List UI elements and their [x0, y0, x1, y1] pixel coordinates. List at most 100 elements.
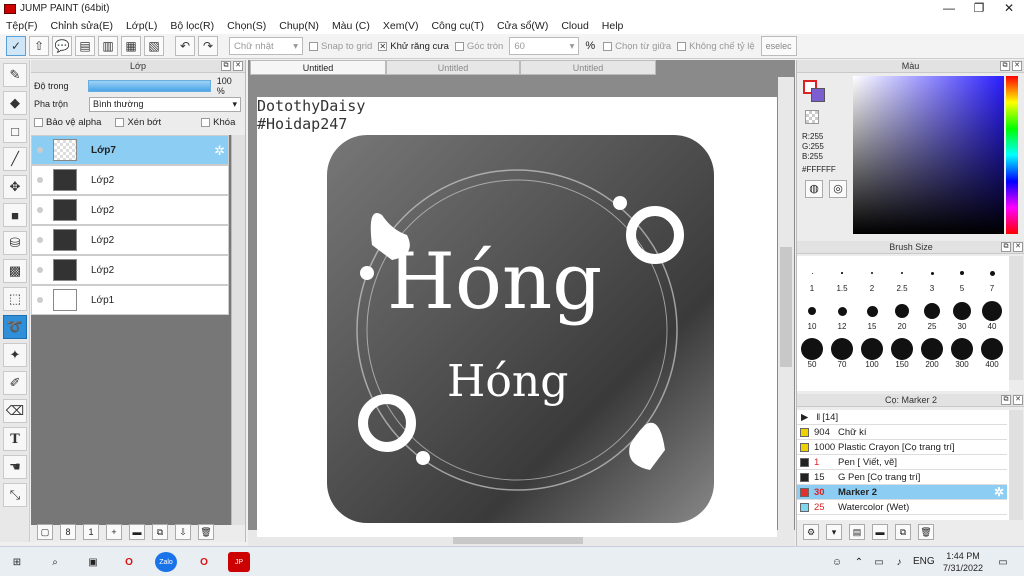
layer-item[interactable]: Lớp2	[31, 255, 229, 285]
brush-duplicate-icon[interactable]: ⧉	[895, 524, 911, 540]
duplicate-layer-icon[interactable]: ⧉	[152, 524, 168, 540]
lasso-icon[interactable]: ➰	[3, 315, 27, 339]
brush-menu-icon[interactable]: ▾	[826, 524, 842, 540]
layer-item[interactable]: Lớp2	[31, 165, 229, 195]
panel-close-icon[interactable]: ✕	[1013, 395, 1023, 405]
layer-scrollbar[interactable]	[231, 135, 245, 525]
search-icon[interactable]: ⌕	[44, 552, 66, 572]
grid-check-icon[interactable]: ▧	[144, 36, 164, 56]
undo-button[interactable]: ↶	[175, 36, 195, 56]
brush-size-option[interactable]: 5	[948, 262, 976, 293]
text-icon[interactable]: T	[3, 427, 27, 451]
panel-float-icon[interactable]: ⧉	[221, 61, 231, 71]
visibility-icon[interactable]	[37, 177, 43, 183]
language-indicator[interactable]: ENG	[913, 556, 935, 567]
eyedropper-icon[interactable]: ⤡	[3, 483, 27, 507]
clipping-checkbox[interactable]: Xén bớt	[115, 117, 161, 128]
brush-size-option[interactable]: 25	[918, 300, 946, 331]
visibility-icon[interactable]	[37, 147, 43, 153]
brush-list-scrollbar[interactable]	[1009, 410, 1023, 520]
brush-group-row[interactable]: ▶ ǁ [14]	[797, 410, 1007, 425]
brush-delete-icon[interactable]: 🗑	[918, 524, 934, 540]
jump-paint-taskbar-icon[interactable]: JP	[228, 552, 250, 572]
new-1bit-layer-icon[interactable]: 1	[83, 524, 99, 540]
magic-wand-icon[interactable]: ✦	[3, 343, 27, 367]
brush-size-option[interactable]: 100	[858, 338, 886, 369]
network-icon[interactable]: ▭	[868, 552, 890, 572]
brush-folder-icon[interactable]: ▬	[872, 524, 888, 540]
canvas-paper[interactable]: DotothyDaisy #Hoidap247 Hóng Hóng	[257, 97, 777, 537]
menu-tools[interactable]: Công cụ(T)	[431, 20, 484, 32]
menu-help[interactable]: Help	[602, 20, 624, 32]
brush-row[interactable]: 25 Watercolor (Wet)	[797, 500, 1007, 515]
people-icon[interactable]: ☺	[826, 552, 848, 572]
gear-icon[interactable]: ✲	[214, 143, 225, 159]
delete-layer-icon[interactable]: 🗑	[198, 524, 214, 540]
brush-size-option[interactable]: 10	[798, 300, 826, 331]
protect-alpha-checkbox[interactable]: Bảo vệ alpha	[34, 117, 101, 128]
brush-row[interactable]: 1 Pen [ Viết, vẽ]	[797, 455, 1007, 470]
redo-button[interactable]: ↷	[198, 36, 218, 56]
close-button[interactable]: ✕	[994, 0, 1024, 17]
panel-float-icon[interactable]: ⧉	[1001, 395, 1011, 405]
brush-page-icon[interactable]: ▤	[849, 524, 865, 540]
line-icon[interactable]: ╱	[3, 147, 27, 171]
menu-select[interactable]: Chọn(S)	[227, 20, 266, 32]
fill-rect-icon[interactable]: ■	[3, 203, 27, 227]
antialias-checkbox[interactable]: ✕ Khử răng cưa	[378, 41, 449, 52]
blend-select[interactable]: Bình thường ▾	[89, 96, 241, 112]
background-color-swatch[interactable]	[811, 88, 825, 102]
windows-start-icon[interactable]: ⊞	[6, 552, 28, 572]
brush-size-option[interactable]: 1	[798, 262, 826, 293]
layer-item[interactable]: Lớp7 ✲	[31, 135, 229, 165]
clock[interactable]: 1:44 PM 7/31/2022	[940, 550, 986, 574]
brush-size-option[interactable]: 400	[978, 338, 1006, 369]
rectangle-icon[interactable]: □	[3, 119, 27, 143]
brush-size-option[interactable]: 3	[918, 262, 946, 293]
brush-size-option[interactable]: 15	[858, 300, 886, 331]
deselect-button[interactable]: eselec	[760, 36, 797, 56]
brush-size-option[interactable]: 150	[888, 338, 916, 369]
menu-window[interactable]: Cửa sổ(W)	[497, 20, 548, 32]
chevron-up-icon[interactable]: ⌃	[848, 552, 870, 572]
canvas-vscrollbar[interactable]	[778, 77, 794, 531]
hue-slider[interactable]	[1006, 76, 1018, 234]
move-icon[interactable]: ✥	[3, 175, 27, 199]
brush-size-option[interactable]: 2	[858, 262, 886, 293]
visibility-icon[interactable]	[37, 267, 43, 273]
merge-layer-icon[interactable]: ⇩	[175, 524, 191, 540]
document-tab[interactable]: Untitled	[250, 60, 386, 75]
menu-edit[interactable]: Chỉnh sửa(E)	[51, 20, 113, 32]
brush-settings-icon[interactable]: ⚙	[803, 524, 819, 540]
brush-size-option[interactable]: 50	[798, 338, 826, 369]
hand-icon[interactable]: ☚	[3, 455, 27, 479]
panel-float-icon[interactable]: ⧉	[1000, 61, 1010, 71]
panel-close-icon[interactable]: ✕	[233, 61, 243, 71]
color-picker-field[interactable]	[853, 76, 1004, 234]
select-eraser-icon[interactable]: ⌫	[3, 399, 27, 423]
volume-icon[interactable]: ♪	[888, 552, 910, 572]
page-icon[interactable]: ▥	[98, 36, 118, 56]
new-8bit-layer-icon[interactable]: 8	[60, 524, 76, 540]
bucket-icon[interactable]: ⛁	[3, 231, 27, 255]
corner-value-input[interactable]: 60 ▾	[509, 37, 580, 55]
brush-row[interactable]: 15 G Pen [Cọ trang trí]	[797, 470, 1007, 485]
palette-icon[interactable]: ◍	[805, 180, 823, 198]
brush-size-option[interactable]: 20	[888, 300, 916, 331]
notification-icon[interactable]: ▭	[992, 552, 1014, 572]
lock-ratio-checkbox[interactable]: Không chế tỷ lệ	[677, 41, 755, 52]
brush-size-scrollbar[interactable]	[1009, 256, 1023, 380]
add-layer-menu-icon[interactable]: +	[106, 524, 122, 540]
opera-gx-icon[interactable]: O	[193, 552, 215, 572]
brush-size-option[interactable]: 12	[828, 300, 856, 331]
menu-filter[interactable]: Bộ lọc(R)	[170, 20, 214, 32]
menu-file[interactable]: Tệp(F)	[6, 20, 38, 32]
brush-size-option[interactable]: 30	[948, 300, 976, 331]
zalo-icon[interactable]: Zalo	[155, 552, 177, 572]
brush-size-option[interactable]: 70	[828, 338, 856, 369]
minimize-button[interactable]: —	[934, 0, 964, 17]
menu-layer[interactable]: Lớp(L)	[126, 20, 157, 32]
brush-size-option[interactable]: 200	[918, 338, 946, 369]
menu-capture[interactable]: Chụp(N)	[279, 20, 319, 32]
transparent-swatch[interactable]	[805, 110, 819, 124]
